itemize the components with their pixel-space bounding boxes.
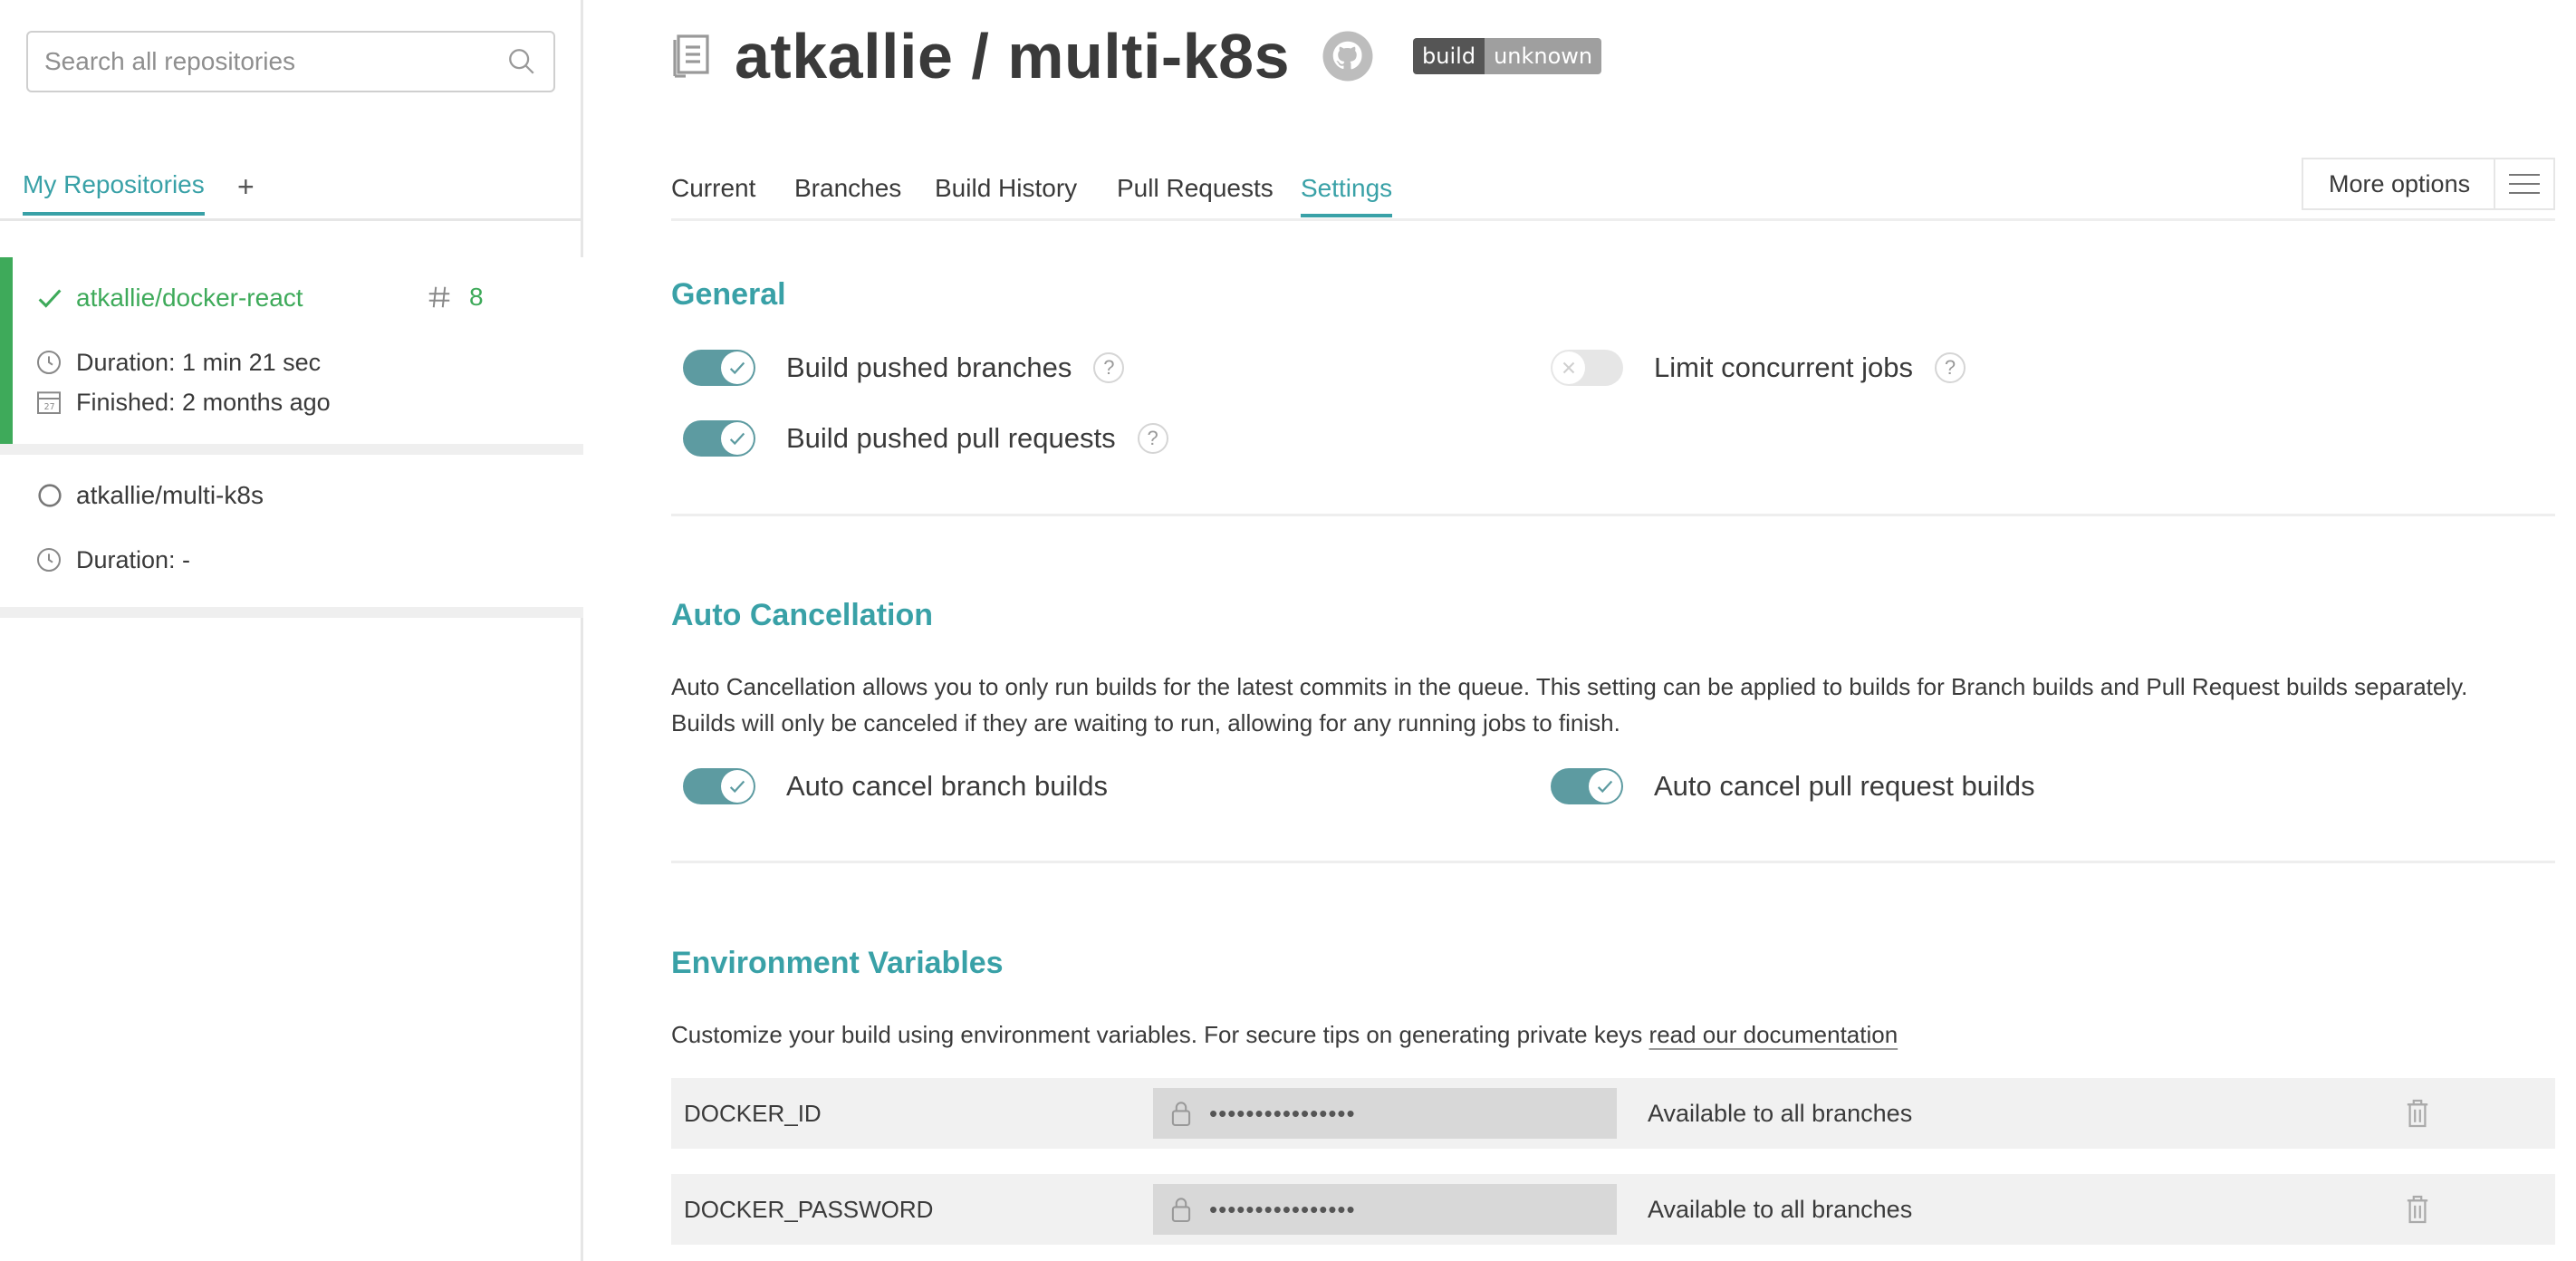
toggle-limit-concurrent-jobs[interactable] [1551, 350, 1623, 386]
label-build-pushed-branches: Build pushed branches [786, 351, 1072, 383]
tab-my-repositories[interactable]: My Repositories [23, 170, 205, 216]
help-icon[interactable]: ? [1935, 352, 1966, 383]
label-limit-concurrent-jobs: Limit concurrent jobs [1654, 351, 1914, 383]
tab-current[interactable]: Current [671, 174, 755, 214]
auto-cancellation-description: Auto Cancellation allows you to only run… [671, 669, 2555, 741]
main-content: atkallie / multi-k8s build unknown Curre… [585, 0, 2576, 1261]
toggle-auto-cancel-pull-request[interactable] [1551, 768, 1623, 804]
repo-item-multi-k8s[interactable]: atkallie/multi-k8s Duration: - [0, 455, 583, 618]
divider [671, 514, 2555, 516]
section-general-title: General [671, 277, 786, 312]
toggle-build-pushed-branches[interactable] [683, 350, 755, 386]
env-var-value-masked: •••••••••••••••• [1209, 1099, 1356, 1127]
section-auto-cancellation-title: Auto Cancellation [671, 598, 934, 632]
github-icon[interactable] [1321, 29, 1375, 83]
section-env-vars-title: Environment Variables [671, 946, 1004, 980]
search-icon[interactable] [506, 46, 537, 77]
help-icon[interactable]: ? [1137, 423, 1168, 454]
badge-label: build [1413, 38, 1485, 74]
repo-link[interactable]: atkallie/multi-k8s [34, 480, 264, 511]
more-options-label[interactable]: More options [2303, 170, 2494, 198]
repo-item-docker-react[interactable]: atkallie/docker-react 8 Duration: 1 min … [0, 257, 583, 455]
repo-header: atkallie / multi-k8s build unknown [671, 20, 1602, 92]
setting-build-pushed-pull-requests: Build pushed pull requests ? [683, 420, 1168, 457]
search-box [26, 31, 555, 92]
repo-link[interactable]: atkallie/docker-react [34, 283, 303, 313]
badge-value: unknown [1485, 38, 1602, 74]
divider [671, 861, 2555, 863]
tab-branches[interactable]: Branches [794, 174, 901, 214]
tab-pull-requests[interactable]: Pull Requests [1117, 174, 1274, 214]
repo-name[interactable]: atkallie/docker-react [76, 284, 303, 313]
repo-book-icon [673, 34, 709, 78]
trash-icon[interactable] [2405, 1194, 2430, 1225]
sidebar: My Repositories + atkallie/docker-react … [0, 0, 583, 1261]
trash-icon[interactable] [2405, 1098, 2430, 1129]
check-icon [729, 780, 745, 794]
env-var-name: DOCKER_ID [684, 1099, 822, 1127]
add-repository-button[interactable]: + [237, 170, 255, 204]
env-var-name: DOCKER_PASSWORD [684, 1195, 934, 1223]
menu-toggle[interactable] [2494, 159, 2553, 208]
check-icon [1597, 780, 1613, 794]
env-var-row: DOCKER_PASSWORD •••••••••••••••• Availab… [671, 1174, 2555, 1245]
env-var-value-masked: •••••••••••••••• [1209, 1195, 1356, 1223]
toggle-build-pushed-pull-requests[interactable] [683, 420, 755, 457]
repo-tabs: Current Branches Build History Pull Requ… [671, 158, 2555, 221]
auto-cancellation-description-line1: Auto Cancellation allows you to only run… [671, 673, 2468, 700]
duration-text: Duration: 1 min 21 sec [76, 348, 322, 376]
env-var-value: •••••••••••••••• [1153, 1088, 1617, 1139]
env-vars-description-text: Customize your build using environment v… [671, 1021, 1643, 1048]
lock-icon [1171, 1198, 1191, 1223]
tab-settings[interactable]: Settings [1301, 174, 1393, 217]
svg-text:27: 27 [44, 402, 55, 412]
setting-build-pushed-branches: Build pushed branches ? [683, 350, 1125, 386]
repo-name[interactable]: atkallie/multi-k8s [76, 481, 264, 510]
clock-icon [37, 548, 61, 572]
build-number-value[interactable]: 8 [469, 283, 484, 312]
lock-icon [1171, 1102, 1191, 1127]
calendar-icon: 27 [37, 391, 61, 414]
label-build-pushed-pull-requests: Build pushed pull requests [786, 422, 1116, 454]
check-icon [729, 361, 745, 375]
help-icon[interactable]: ? [1093, 352, 1125, 383]
check-icon [38, 289, 62, 308]
check-icon [729, 432, 745, 446]
build-number[interactable]: 8 [426, 283, 484, 312]
repo-finished: 27 Finished: 2 months ago [34, 388, 331, 417]
tab-build-history[interactable]: Build History [935, 174, 1077, 214]
env-var-scope: Available to all branches [1648, 1099, 1913, 1127]
env-var-row: DOCKER_ID •••••••••••••••• Available to … [671, 1078, 2555, 1149]
x-icon [1562, 361, 1575, 374]
build-status-badge[interactable]: build unknown [1413, 38, 1602, 74]
more-options-button[interactable]: More options [2302, 158, 2555, 210]
repo-duration: Duration: - [34, 545, 190, 574]
env-vars-description: Customize your build using environment v… [671, 1016, 2555, 1053]
auto-cancellation-description-line2: Builds will only be canceled if they are… [671, 709, 1620, 736]
repo-duration: Duration: 1 min 21 sec [34, 348, 321, 377]
label-auto-cancel-branch: Auto cancel branch builds [786, 770, 1109, 802]
circle-status-icon [38, 484, 62, 507]
label-auto-cancel-pull-request: Auto cancel pull request builds [1654, 770, 2035, 802]
search-input[interactable] [44, 47, 506, 76]
page-title: atkallie / multi-k8s [735, 21, 1291, 91]
sidebar-tabs: My Repositories + [0, 167, 583, 221]
hash-icon [428, 286, 450, 308]
finished-text: Finished: 2 months ago [76, 388, 331, 416]
setting-limit-concurrent-jobs: Limit concurrent jobs ? [1551, 350, 1966, 386]
documentation-link[interactable]: read our documentation [1649, 1021, 1898, 1048]
toggle-auto-cancel-branch[interactable] [683, 768, 755, 804]
setting-auto-cancel-branch: Auto cancel branch builds [683, 768, 1108, 804]
setting-auto-cancel-pull-request: Auto cancel pull request builds [1551, 768, 2034, 804]
env-var-scope: Available to all branches [1648, 1195, 1913, 1223]
duration-text: Duration: - [76, 545, 191, 573]
clock-icon [37, 351, 61, 374]
env-var-value: •••••••••••••••• [1153, 1184, 1617, 1235]
hamburger-icon [2509, 174, 2540, 194]
